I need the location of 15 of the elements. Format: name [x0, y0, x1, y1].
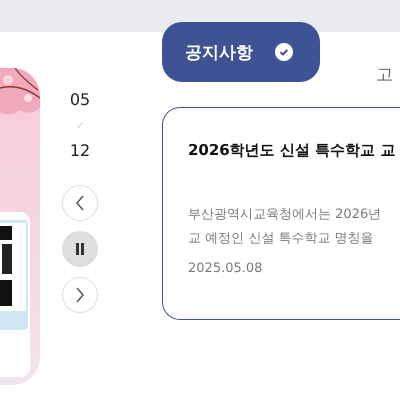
notice-summary: 부산광역시교육청에서는 2026년 교 예정인 신설 특수학교 명칭을: [188, 206, 382, 248]
check-circle-icon: [275, 43, 293, 61]
pause-button[interactable]: [62, 231, 98, 267]
next-button[interactable]: [62, 277, 98, 313]
chevron-left-icon: [75, 195, 85, 211]
chevron-right-icon: [75, 287, 85, 303]
notice-card[interactable]: 2026학년도 신설 특수학교 교 부산광역시교육청에서는 2026년 교 예정인 신설 특수학교 명칭을 2025.05.08: [162, 107, 400, 320]
tab[interactable]: 공지사항: [162, 22, 320, 82]
tab[interactable]: 고: [376, 62, 393, 86]
notice-date: 2025.05.08: [188, 261, 264, 276]
notice-title: 2026학년도 신설 특수학교 교: [188, 141, 396, 160]
current-slide-number: 05: [70, 89, 90, 111]
pause-icon: [75, 243, 85, 255]
total-slide-number: 12: [70, 140, 90, 162]
previous-button[interactable]: [62, 185, 98, 221]
